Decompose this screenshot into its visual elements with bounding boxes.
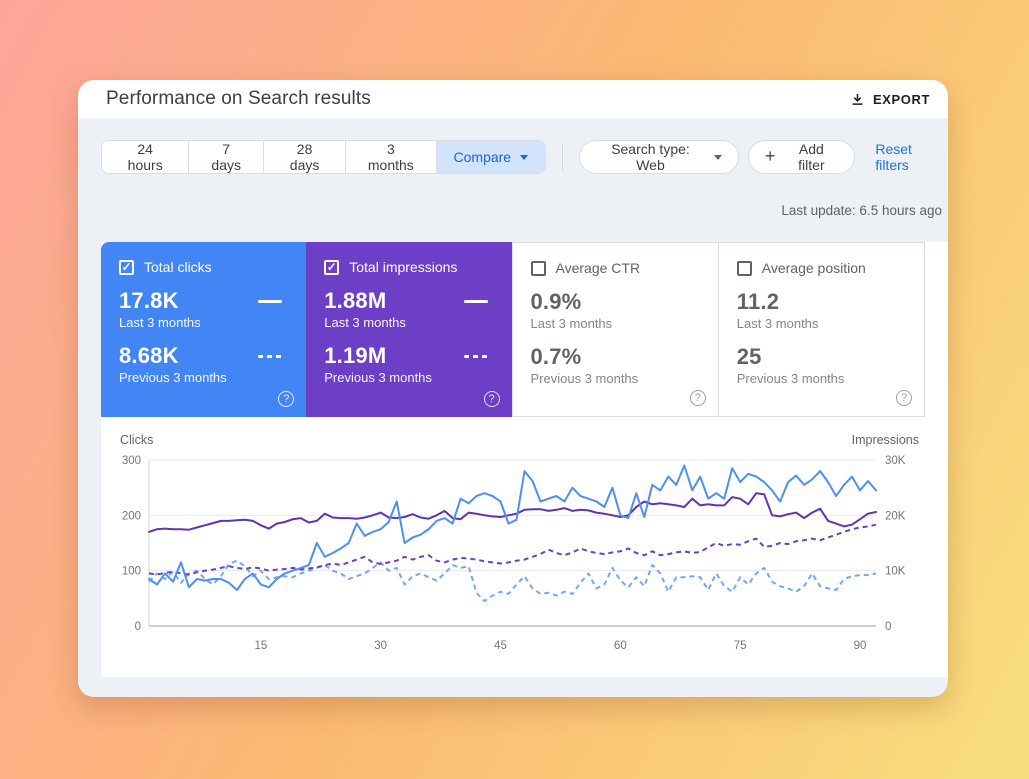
plus-icon: + [765,147,776,165]
add-filter-label: Add filter [784,141,838,173]
svg-text:45: 45 [494,640,507,652]
metric-previous-row: 1.19M [324,343,493,369]
reset-filters-link[interactable]: Reset filters [875,141,948,173]
total-impressions-checkbox[interactable] [324,260,339,275]
svg-text:0: 0 [135,621,141,633]
metric-label: Total impressions [349,259,457,275]
metric-label: Average position [762,260,866,276]
metric-label: Total clicks [144,259,212,275]
total-clicks-checkbox[interactable] [119,260,134,275]
metric-period-current: Last 3 months [324,315,493,330]
chart-plot[interactable]: 300 30K 200 20K 100 10K 0 0 15 30 45 60 75 90 [101,417,948,667]
svg-text:75: 75 [734,640,747,652]
metric-value-previous: 0.7% [531,344,582,370]
date-range-group: 24 hours 7 days 28 days 3 months Compare [101,140,546,174]
svg-text:60: 60 [614,640,627,652]
svg-text:90: 90 [854,640,867,652]
gradient-background: Performance on Search results EXPORT 24 … [0,0,1029,779]
filter-toolbar: 24 hours 7 days 28 days 3 months Compare… [78,118,948,174]
metric-card-total-clicks[interactable]: Total clicks 17.8K Last 3 months 8.68K P… [101,242,306,417]
chevron-down-icon [520,155,528,160]
metric-value-previous: 25 [737,344,762,370]
average-ctr-checkbox[interactable] [531,261,546,276]
metric-current-row: 1.88M [324,288,493,314]
svg-text:15: 15 [254,640,267,652]
page-title: Performance on Search results [106,88,371,110]
last-update-text: Last update: 6.5 hours ago [78,203,942,218]
metric-card-total-impressions[interactable]: Total impressions 1.88M Last 3 months 1.… [306,242,511,417]
metric-cards-row: Total clicks 17.8K Last 3 months 8.68K P… [101,242,925,417]
compare-label: Compare [454,149,512,165]
add-filter-button[interactable]: + Add filter [748,140,855,174]
search-type-label: Search type: Web [596,141,705,173]
metric-checkbox-row: Average CTR [531,260,700,276]
svg-text:30K: 30K [885,455,906,467]
svg-text:0: 0 [885,621,891,633]
metric-value-previous: 1.19M [324,343,386,369]
metric-period-current: Last 3 months [737,316,906,331]
metric-period-previous: Previous 3 months [737,371,906,386]
svg-text:20K: 20K [885,510,906,522]
download-icon [849,91,866,108]
search-type-dropdown[interactable]: Search type: Web [579,140,739,174]
metric-previous-row: 25 [737,344,906,370]
metric-label: Average CTR [556,260,641,276]
metric-value-current: 1.88M [324,288,386,314]
dashed-line-legend-icon [464,355,488,358]
metric-current-row: 0.9% [531,289,700,315]
metric-period-current: Last 3 months [531,316,700,331]
average-position-checkbox[interactable] [737,261,752,276]
metric-current-row: 17.8K [119,288,288,314]
chevron-down-icon [714,155,722,160]
svg-text:10K: 10K [885,566,906,578]
help-icon[interactable]: ? [278,391,294,407]
dashed-line-legend-icon [258,355,282,358]
svg-text:100: 100 [122,566,141,578]
solid-line-legend-icon [464,300,488,303]
metric-checkbox-row: Average position [737,260,906,276]
svg-text:300: 300 [122,455,141,467]
svg-text:200: 200 [122,510,141,522]
export-button[interactable]: EXPORT [841,85,938,114]
range-7-days[interactable]: 7 days [188,141,263,173]
metric-value-current: 0.9% [531,289,582,315]
range-3-months[interactable]: 3 months [345,141,435,173]
metric-value-current: 11.2 [737,289,779,315]
metric-previous-row: 0.7% [531,344,700,370]
metric-card-average-ctr[interactable]: Average CTR 0.9% Last 3 months 0.7% Prev… [512,242,719,417]
compare-tab[interactable]: Compare [436,141,546,173]
metric-period-previous: Previous 3 months [119,370,288,385]
help-icon[interactable]: ? [896,390,912,406]
metric-value-previous: 8.68K [119,343,179,369]
metric-period-current: Last 3 months [119,315,288,330]
metric-current-row: 11.2 [737,289,906,315]
performance-chart: Clicks Impressions 30030K20020K10010K001… [101,417,948,677]
toolbar-divider [562,143,563,171]
metric-value-current: 17.8K [119,288,179,314]
metric-period-previous: Previous 3 months [324,370,493,385]
performance-panel: Performance on Search results EXPORT 24 … [78,80,948,697]
metric-checkbox-row: Total clicks [119,259,288,275]
metric-card-average-position[interactable]: Average position 11.2 Last 3 months 25 P… [719,242,925,417]
svg-text:30: 30 [374,640,387,652]
help-icon[interactable]: ? [690,390,706,406]
metrics-and-chart-panel: Total clicks 17.8K Last 3 months 8.68K P… [101,242,948,677]
range-24-hours[interactable]: 24 hours [102,141,188,173]
range-28-days[interactable]: 28 days [263,141,345,173]
metric-checkbox-row: Total impressions [324,259,493,275]
help-icon[interactable]: ? [484,391,500,407]
metric-period-previous: Previous 3 months [531,371,700,386]
metric-previous-row: 8.68K [119,343,288,369]
export-label: EXPORT [873,92,930,107]
panel-header: Performance on Search results EXPORT [78,80,948,118]
solid-line-legend-icon [258,300,282,303]
